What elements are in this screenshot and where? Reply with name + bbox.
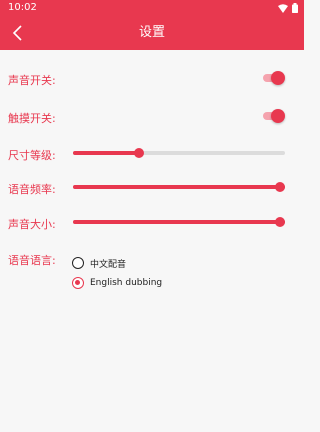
size-level-row: 尺寸等级: bbox=[0, 146, 304, 162]
radio-label: 中文配音 bbox=[90, 259, 127, 270]
slider-fill bbox=[73, 185, 285, 189]
radio-button[interactable] bbox=[72, 277, 84, 289]
slider-fill bbox=[73, 220, 285, 224]
battery-icon bbox=[292, 3, 298, 13]
switch-thumb bbox=[271, 71, 285, 85]
slider-knob[interactable] bbox=[275, 182, 285, 192]
radio-button[interactable] bbox=[72, 257, 84, 269]
page-title: 设置 bbox=[138, 25, 165, 40]
voice-rate-slider[interactable] bbox=[73, 181, 285, 193]
app-bar: 设置 bbox=[0, 16, 304, 50]
voice-rate-row: 语音频率: bbox=[0, 180, 304, 196]
touch-switch-row: 触摸开关: bbox=[0, 108, 304, 126]
status-bar: 10:02 bbox=[0, 0, 304, 16]
voice-language-label: 语音语言: bbox=[8, 254, 56, 267]
sound-switch-row: 声音开关: bbox=[0, 70, 304, 88]
touch-switch-toggle[interactable] bbox=[261, 108, 285, 124]
slider-fill bbox=[73, 151, 139, 155]
touch-switch-label: 触摸开关: bbox=[8, 112, 56, 125]
size-level-slider[interactable] bbox=[73, 147, 285, 159]
voice-rate-label: 语音频率: bbox=[8, 183, 56, 196]
status-time: 10:02 bbox=[8, 2, 37, 13]
size-level-label: 尺寸等级: bbox=[8, 149, 56, 162]
slider-knob[interactable] bbox=[275, 217, 285, 227]
radio-label: English dubbing bbox=[90, 278, 163, 288]
sound-volume-row: 声音大小: bbox=[0, 215, 304, 231]
voice-language-row: 语音语言: 中文配音 English dubbing bbox=[0, 250, 304, 300]
sound-switch-toggle[interactable] bbox=[261, 70, 285, 86]
sound-volume-slider[interactable] bbox=[73, 216, 285, 228]
slider-knob[interactable] bbox=[133, 148, 144, 158]
sound-switch-label: 声音开关: bbox=[8, 74, 56, 87]
wifi-icon bbox=[278, 3, 288, 13]
sound-volume-label: 声音大小: bbox=[8, 218, 56, 231]
status-icons bbox=[278, 3, 298, 13]
radio-option-english[interactable]: English dubbing bbox=[72, 274, 162, 292]
radio-option-chinese[interactable]: 中文配音 bbox=[72, 254, 126, 272]
switch-thumb bbox=[271, 109, 285, 123]
